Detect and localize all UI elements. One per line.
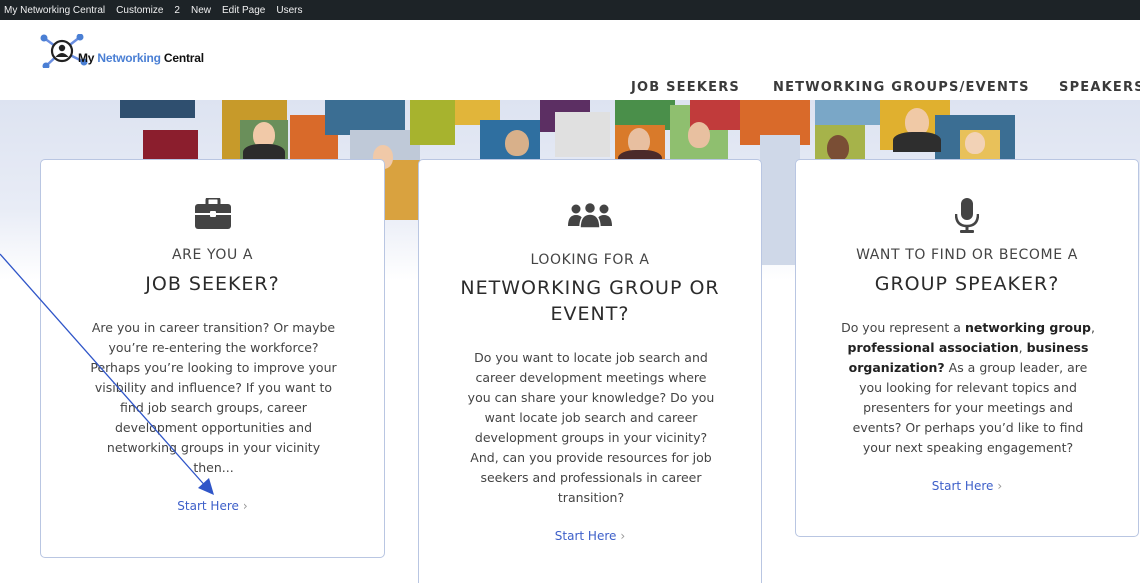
card-desc-text: events? Or perhaps you’d like to find: [852, 420, 1084, 435]
card-pre-heading: ARE YOU A: [171, 247, 254, 263]
card-desc-line: find job search groups, career: [120, 400, 307, 415]
logo-text-my: My: [78, 51, 98, 65]
card-desc-line: presenters for your meetings and: [810, 398, 1126, 418]
portrait-face: [688, 122, 710, 148]
card-heading-line: NETWORKING GROUP OR: [460, 277, 720, 299]
admin-site-name[interactable]: My Networking Central: [4, 5, 105, 16]
logo-text-networking: Networking: [97, 51, 161, 65]
card-desc-line: then...: [193, 460, 234, 475]
portrait-face: [827, 135, 849, 161]
nav-speakers[interactable]: SPEAKERS: [1059, 80, 1140, 95]
card-desc-line: Do you represent a networking group,: [810, 318, 1126, 338]
card-desc-text: ,: [1018, 340, 1027, 355]
logo-text-central: Central: [160, 51, 204, 65]
card-desc-line: seekers and professionals in career: [480, 470, 702, 485]
card-job-seeker: ARE YOU A JOB SEEKER? Are you in career …: [40, 159, 385, 558]
card-desc-line: you’re re-entering the workforce?: [108, 340, 319, 355]
portrait-tile: [385, 160, 420, 220]
admin-bar: My Networking Central Customize 2 New Ed…: [0, 0, 1140, 20]
card-desc-line: events? Or perhaps you’d like to find: [810, 418, 1126, 438]
card-desc-text: you looking for relevant topics and: [859, 380, 1077, 395]
card-desc-line: Are you in career transition? Or maybe: [91, 320, 336, 335]
card-desc-text: presenters for your meetings and: [863, 400, 1073, 415]
card-desc-line: And, can you provide resources for job: [470, 450, 712, 465]
chevron-right-icon: ›: [242, 499, 248, 513]
card-heading-line: JOB SEEKER?: [145, 273, 280, 295]
card-desc-bold-text: professional association: [847, 340, 1019, 355]
card-desc-line: Do you want to locate job search and: [474, 350, 708, 365]
card-networking-group: LOOKING FOR A NETWORKING GROUP OR EVENT?…: [418, 159, 762, 583]
card-desc-line: organization? As a group leader, are: [810, 358, 1126, 378]
card-desc-line: development opportunities and: [114, 420, 313, 435]
site-logo-text[interactable]: My Networking Central: [78, 51, 204, 65]
chevron-right-icon: ›: [997, 479, 1003, 493]
card-heading: GROUP SPEAKER?: [796, 271, 1138, 297]
site-header: My Networking Central JOB SEEKERS NETWOR…: [0, 20, 1140, 100]
admin-edit-page[interactable]: Edit Page: [222, 5, 265, 16]
card-desc-line: networking groups in your vicinity: [106, 440, 321, 455]
card-desc-line: you can share your knowledge? Do you: [467, 390, 715, 405]
card-pre-heading: LOOKING FOR A: [530, 252, 650, 268]
start-here-link[interactable]: Start Here ›: [419, 529, 761, 543]
portrait-tile: [555, 112, 610, 157]
card-heading: JOB SEEKER?: [41, 271, 384, 297]
card-desc-line: you looking for relevant topics and: [810, 378, 1126, 398]
start-here-label[interactable]: Start Here: [555, 529, 617, 543]
card-desc-text: As a group leader, are: [944, 360, 1088, 375]
card-desc-text: ,: [1090, 320, 1095, 335]
card-desc-line: visibility and influence? If you want to: [94, 380, 333, 395]
start-here-label[interactable]: Start Here: [177, 499, 239, 513]
portrait-face: [965, 132, 985, 154]
card-description: Do you want to locate job search and car…: [433, 348, 749, 508]
portrait-tile: [143, 130, 198, 162]
start-here-label[interactable]: Start Here: [932, 479, 994, 493]
portrait-body: [893, 132, 941, 152]
portrait-face: [505, 130, 529, 156]
admin-customize[interactable]: Customize: [116, 5, 163, 16]
card-desc-line: want locate job search and career: [484, 410, 698, 425]
start-here-link[interactable]: Start Here ›: [41, 499, 384, 513]
card-desc-line: your next speaking engagement?: [810, 438, 1126, 458]
microphone-icon: [955, 198, 979, 233]
card-desc-line: Perhaps you’re looking to improve your: [90, 360, 337, 375]
card-desc-line: transition?: [557, 490, 625, 505]
nav-job-seekers[interactable]: JOB SEEKERS: [631, 80, 740, 95]
card-pre-heading: WANT TO FIND OR BECOME A: [856, 247, 1078, 263]
start-here-link[interactable]: Start Here ›: [796, 479, 1138, 493]
card-desc-bold-text: networking group: [964, 320, 1091, 335]
card-heading-line: EVENT?: [550, 303, 630, 325]
card-description: Are you in career transition? Or maybe y…: [59, 318, 368, 478]
briefcase-icon: [194, 198, 231, 229]
main-nav: JOB SEEKERS NETWORKING GROUPS/EVENTS SPE…: [0, 80, 1140, 100]
card-desc-line: career development meetings where: [475, 370, 707, 385]
admin-comments-count[interactable]: 2: [174, 5, 180, 16]
card-heading-line: GROUP SPEAKER?: [874, 273, 1060, 295]
admin-new[interactable]: New: [191, 5, 211, 16]
group-icon: [568, 202, 612, 228]
portrait-tile: [120, 100, 195, 118]
admin-users[interactable]: Users: [276, 5, 302, 16]
card-desc-bold-text: business: [1026, 340, 1089, 355]
card-heading: NETWORKING GROUP OR EVENT?: [419, 275, 761, 327]
portrait-tile: [410, 100, 455, 145]
card-desc-bold-text: organization?: [848, 360, 945, 375]
card-desc-text: your next speaking engagement?: [862, 440, 1074, 455]
card-desc-text: Do you represent a: [841, 320, 965, 335]
card-desc-line: professional association, business: [810, 338, 1126, 358]
portrait-tile: [760, 135, 800, 265]
card-desc-line: development groups in your vicinity?: [474, 430, 708, 445]
chevron-right-icon: ›: [620, 529, 626, 543]
nav-networking-groups-events[interactable]: NETWORKING GROUPS/EVENTS: [773, 80, 1030, 95]
card-group-speaker: WANT TO FIND OR BECOME A GROUP SPEAKER? …: [795, 159, 1139, 537]
card-description: Do you represent a networking group, prof…: [810, 318, 1126, 458]
